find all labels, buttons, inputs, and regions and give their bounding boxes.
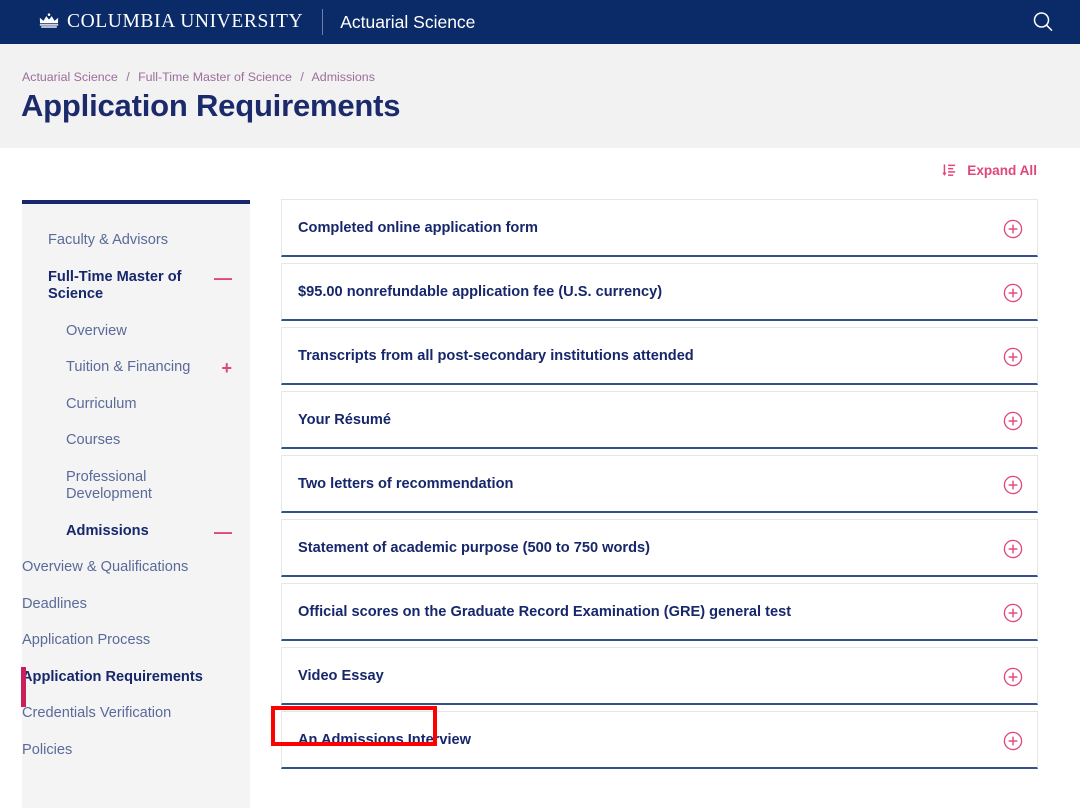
accordion-item[interactable]: Completed online application form bbox=[281, 199, 1038, 257]
accordion-item-title: Official scores on the Graduate Record E… bbox=[282, 604, 791, 620]
sidebar-item-label: Curriculum bbox=[22, 396, 137, 414]
brand-lockup[interactable]: COLUMBIA UNIVERSITY bbox=[38, 0, 303, 44]
sidebar-item-label: Overview bbox=[22, 323, 127, 341]
sidebar-item-label: Faculty & Advisors bbox=[22, 232, 168, 250]
plus-circle-icon[interactable] bbox=[1003, 475, 1023, 495]
sidebar-item-faculty-advisors[interactable]: Faculty & Advisors bbox=[22, 232, 250, 250]
accordion-item[interactable]: $95.00 nonrefundable application fee (U.… bbox=[281, 263, 1038, 321]
accordion-item[interactable]: Official scores on the Graduate Record E… bbox=[281, 583, 1038, 641]
accordion-item-title: An Admissions Interview bbox=[282, 732, 471, 748]
breadcrumb-item-0[interactable]: Actuarial Science bbox=[22, 70, 118, 84]
sidebar-item-courses[interactable]: Courses bbox=[22, 432, 250, 450]
accordion-item-title: Transcripts from all post-secondary inst… bbox=[282, 348, 694, 364]
brand-wordmark: COLUMBIA UNIVERSITY bbox=[67, 11, 303, 33]
accordion-item-title: Two letters of recommendation bbox=[282, 476, 513, 492]
plus-circle-icon[interactable] bbox=[1003, 731, 1023, 751]
breadcrumb-item-1[interactable]: Full-Time Master of Science bbox=[138, 70, 292, 84]
sidebar-item-admissions[interactable]: Admissions — bbox=[22, 523, 250, 541]
site-header: COLUMBIA UNIVERSITY Actuarial Science bbox=[0, 0, 1080, 44]
sidebar-item-curriculum[interactable]: Curriculum bbox=[22, 396, 250, 414]
plus-circle-icon[interactable] bbox=[1003, 347, 1023, 367]
sidebar-item-label: Tuition & Financing bbox=[22, 359, 190, 377]
plus-circle-icon[interactable] bbox=[1003, 411, 1023, 431]
plus-circle-icon[interactable] bbox=[1003, 283, 1023, 303]
sort-descending-icon bbox=[942, 163, 957, 178]
sidebar-item-label: Admissions bbox=[22, 523, 149, 541]
sidebar-item-application-process[interactable]: Application Process bbox=[22, 632, 250, 650]
sidebar-item-label: Deadlines bbox=[22, 596, 87, 614]
brand-divider bbox=[322, 9, 323, 35]
sidebar-item-tuition-financing[interactable]: Tuition & Financing + bbox=[22, 359, 250, 377]
sidebar-item-label: Credentials Verification bbox=[22, 705, 171, 723]
plus-circle-icon[interactable] bbox=[1003, 603, 1023, 623]
sidebar-item-full-time-master-of-science[interactable]: Full-Time Master of Science— bbox=[22, 269, 250, 304]
crown-icon bbox=[38, 13, 60, 29]
accordion-item-title: Completed online application form bbox=[282, 220, 538, 236]
accordion-item[interactable]: Two letters of recommendation bbox=[281, 455, 1038, 513]
breadcrumb-separator: / bbox=[121, 70, 134, 84]
expand-all-label: Expand All bbox=[967, 163, 1037, 178]
sidebar-item-label: Professional Development bbox=[22, 469, 232, 504]
sidebar-navigation: Faculty & Advisors Full-Time Master of Sc… bbox=[22, 200, 250, 808]
accordion-item-title: Statement of academic purpose (500 to 75… bbox=[282, 540, 650, 556]
title-band: Actuarial Science / Full-Time Master of … bbox=[0, 44, 1080, 148]
accordion-item-title: Video Essay bbox=[282, 668, 384, 684]
sidebar-item-label: Full-Time Master of Science bbox=[22, 269, 214, 304]
search-button[interactable] bbox=[1028, 7, 1058, 37]
accordion-item[interactable]: Your Résumé bbox=[281, 391, 1038, 449]
sidebar-item-deadlines[interactable]: Deadlines bbox=[22, 596, 250, 614]
requirements-accordion: Completed online application form $95.00 … bbox=[281, 199, 1038, 769]
sidebar-item-application-requirements[interactable]: Application Requirements bbox=[22, 669, 250, 687]
accordion-item-title: Your Résumé bbox=[282, 412, 391, 428]
collapse-section-icon[interactable]: — bbox=[214, 270, 232, 286]
accordion-item[interactable]: Transcripts from all post-secondary inst… bbox=[281, 327, 1038, 385]
accordion-item[interactable]: An Admissions Interview bbox=[281, 711, 1038, 769]
page-title: Application Requirements bbox=[21, 88, 400, 124]
brand-unit-name[interactable]: Actuarial Science bbox=[340, 12, 475, 33]
expand-all-row: Expand All bbox=[281, 148, 1038, 192]
plus-circle-icon[interactable] bbox=[1003, 539, 1023, 559]
active-item-marker bbox=[21, 667, 26, 707]
accordion-item[interactable]: Video Essay bbox=[281, 647, 1038, 705]
sidebar-item-credentials-verification[interactable]: Credentials Verification bbox=[22, 705, 250, 723]
search-icon bbox=[1031, 10, 1055, 34]
plus-circle-icon[interactable] bbox=[1003, 219, 1023, 239]
breadcrumb: Actuarial Science / Full-Time Master of … bbox=[22, 70, 375, 84]
breadcrumb-item-2[interactable]: Admissions bbox=[312, 70, 375, 84]
expand-section-icon[interactable]: + bbox=[221, 360, 232, 376]
sidebar-item-label: Overview & Qualifications bbox=[22, 559, 188, 577]
collapse-section-icon[interactable]: — bbox=[214, 524, 232, 540]
sidebar-item-policies[interactable]: Policies bbox=[22, 742, 250, 760]
sidebar-item-label: Application Process bbox=[22, 632, 150, 650]
expand-all-button[interactable]: Expand All bbox=[942, 163, 1037, 178]
sidebar-item-professional-development[interactable]: Professional Development bbox=[22, 469, 250, 504]
content-area: Faculty & Advisors Full-Time Master of Sc… bbox=[0, 148, 1080, 808]
breadcrumb-separator: / bbox=[295, 70, 308, 84]
sidebar-item-overview-qualifications[interactable]: Overview & Qualifications bbox=[22, 559, 250, 577]
sidebar-item-label: Policies bbox=[22, 742, 72, 760]
accordion-item[interactable]: Statement of academic purpose (500 to 75… bbox=[281, 519, 1038, 577]
sidebar-item-label: Courses bbox=[22, 432, 120, 450]
main-column: Expand All Completed online application … bbox=[281, 148, 1038, 775]
accordion-item-title: $95.00 nonrefundable application fee (U.… bbox=[282, 284, 662, 300]
sidebar-item-label: Application Requirements bbox=[22, 669, 203, 687]
plus-circle-icon[interactable] bbox=[1003, 667, 1023, 687]
sidebar-item-overview[interactable]: Overview bbox=[22, 323, 250, 341]
